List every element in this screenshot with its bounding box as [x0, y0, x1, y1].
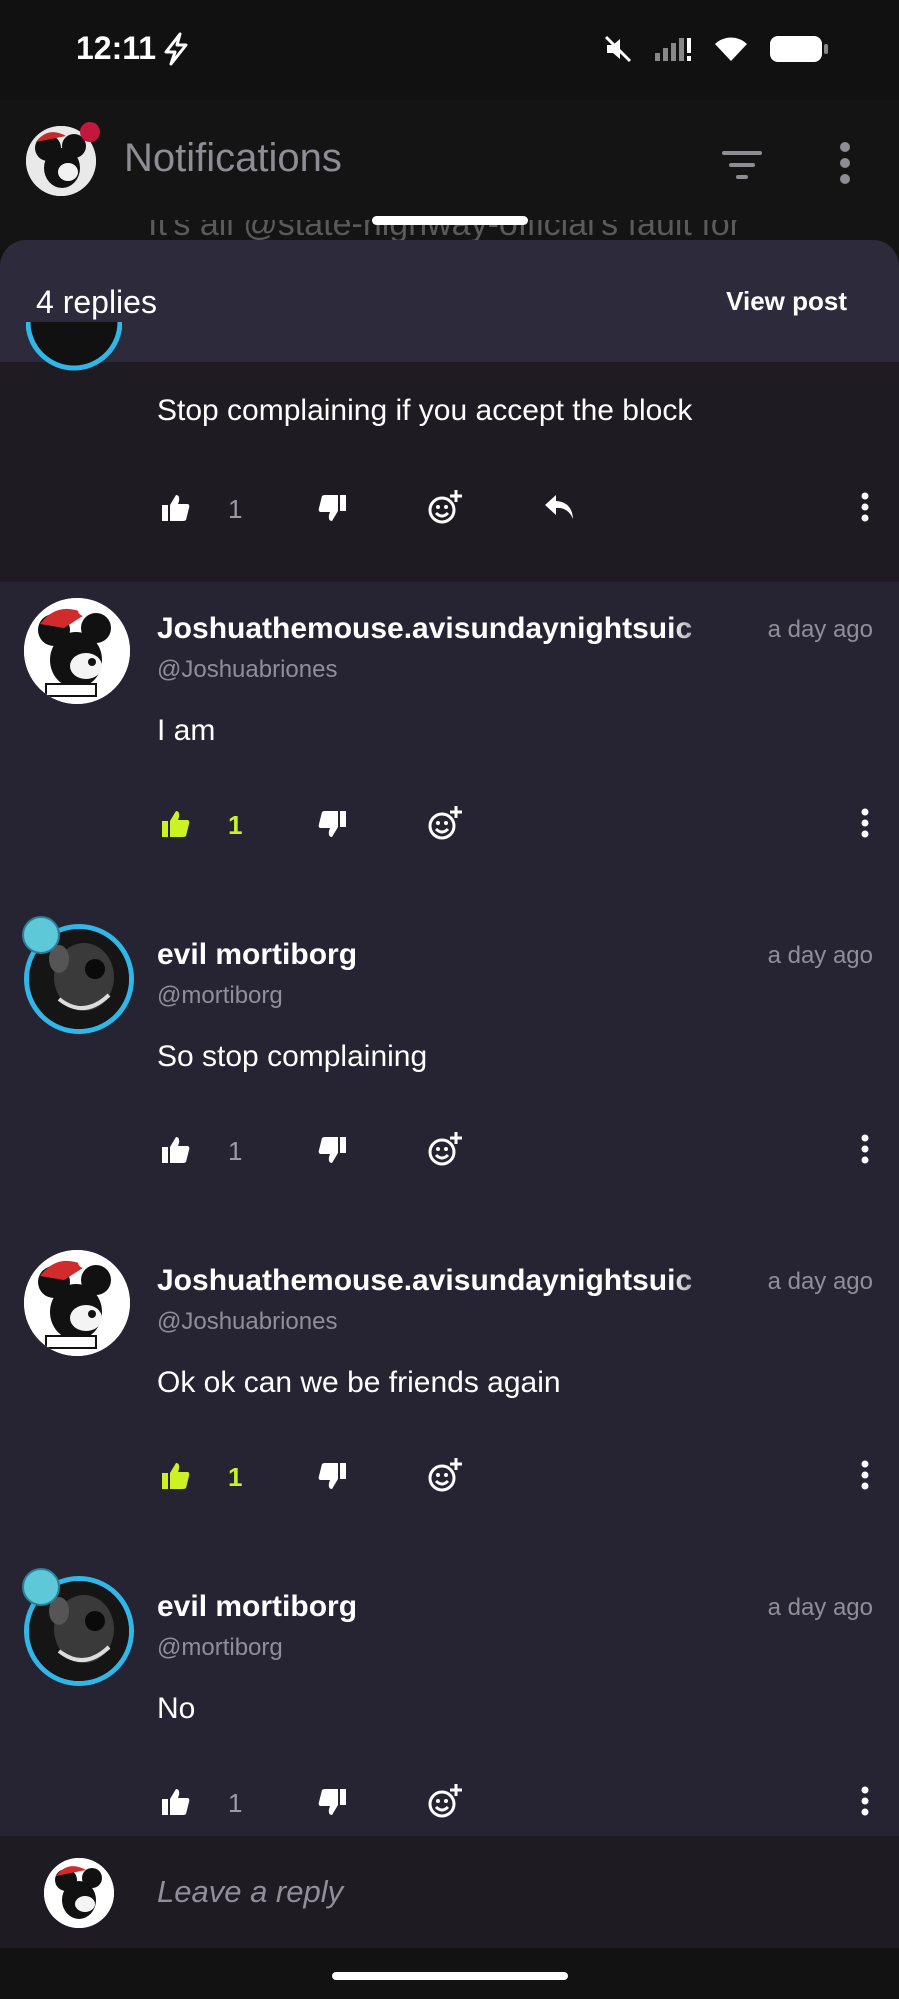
- thumbs-up-icon[interactable]: [160, 1786, 192, 1822]
- thumbs-up-icon[interactable]: [160, 1460, 192, 1496]
- page-title: Notifications: [124, 136, 342, 180]
- comment-actions: 1: [160, 490, 870, 532]
- status-bar: 12:11: [0, 0, 899, 100]
- comment-actions: 1: [160, 1132, 870, 1174]
- wifi-icon: [713, 35, 749, 67]
- avatar: [44, 1858, 114, 1928]
- comment-text: Ok ok can we be friends again: [157, 1366, 561, 1399]
- add-reaction-icon[interactable]: [426, 1130, 464, 1172]
- like-count: 1: [228, 1462, 243, 1492]
- avatar[interactable]: [24, 1250, 130, 1356]
- like-count: 1: [228, 1136, 243, 1166]
- comment-actions: 1: [160, 1458, 870, 1500]
- replies-count: 4 replies: [36, 284, 157, 320]
- reply-input[interactable]: Leave a reply: [157, 1874, 343, 1910]
- author-name[interactable]: Joshuathemouse.avisundaynightsuic: [157, 1264, 727, 1298]
- author-name[interactable]: Joshuathemouse.avisundaynightsuic: [157, 612, 727, 646]
- comment-text: I am: [157, 714, 216, 747]
- comment-actions: 1: [160, 1784, 870, 1826]
- add-reaction-icon[interactable]: [426, 488, 464, 530]
- replies-sheet: 4 replies View post Stop complaining if …: [0, 240, 899, 1999]
- timestamp: a day ago: [767, 616, 873, 643]
- sheet-drag-handle[interactable]: [372, 216, 528, 225]
- thumbs-down-icon[interactable]: [316, 492, 348, 528]
- thumbs-up-icon[interactable]: [160, 1134, 192, 1170]
- timestamp: a day ago: [767, 1594, 873, 1621]
- sheet-header: 4 replies View post: [0, 240, 899, 362]
- avatar-badge: [22, 916, 60, 954]
- filter-icon[interactable]: [720, 148, 764, 186]
- reply-composer: Leave a reply: [0, 1836, 899, 1948]
- thumbs-down-icon[interactable]: [316, 808, 348, 844]
- reply-icon[interactable]: [542, 492, 576, 526]
- thumbs-down-icon[interactable]: [316, 1786, 348, 1822]
- home-gesture-bar[interactable]: [332, 1972, 568, 1980]
- comment-text: No: [157, 1692, 196, 1725]
- thumbs-up-icon[interactable]: [160, 492, 192, 528]
- avatar-badge: [22, 1568, 60, 1606]
- author-handle: @Joshuabriones: [157, 1308, 338, 1335]
- battery-icon: [769, 35, 829, 67]
- add-reaction-icon[interactable]: [426, 804, 464, 846]
- author-name[interactable]: evil mortiborg: [157, 1590, 727, 1624]
- view-post-button[interactable]: View post: [726, 286, 847, 317]
- parent-comment: Stop complaining if you accept the block…: [0, 322, 899, 582]
- comment-actions: 1: [160, 806, 870, 848]
- reply-item: Joshuathemouse.avisundaynightsuic @Joshu…: [0, 1234, 899, 1560]
- more-vertical-icon[interactable]: [838, 140, 852, 190]
- status-time: 12:11: [76, 30, 157, 66]
- avatar[interactable]: [24, 598, 130, 704]
- like-count: 1: [228, 810, 243, 840]
- add-reaction-icon[interactable]: [426, 1456, 464, 1498]
- notification-dot: [80, 122, 100, 142]
- thumbs-up-icon[interactable]: [160, 808, 192, 844]
- comment-text: So stop complaining: [157, 1040, 428, 1073]
- author-handle: @Joshuabriones: [157, 656, 338, 683]
- comment-text: Stop complaining if you accept the block: [157, 394, 693, 427]
- like-count: 1: [228, 1788, 243, 1818]
- add-reaction-icon[interactable]: [426, 1782, 464, 1824]
- thumbs-down-icon[interactable]: [316, 1134, 348, 1170]
- like-count: 1: [228, 494, 243, 524]
- more-vertical-icon[interactable]: [860, 1134, 870, 1168]
- reply-item: Joshuathemouse.avisundaynightsuic @Joshu…: [0, 582, 899, 908]
- author-handle: @mortiborg: [157, 1634, 283, 1661]
- reply-item: evil mortiborg @mortiborg a day ago So s…: [0, 908, 899, 1234]
- author-name[interactable]: evil mortiborg: [157, 938, 727, 972]
- more-vertical-icon[interactable]: [860, 808, 870, 842]
- mute-icon: [603, 34, 633, 68]
- navigation-bar: [0, 1948, 899, 1999]
- bolt-icon: [160, 32, 192, 70]
- timestamp: a day ago: [767, 1268, 873, 1295]
- avatar[interactable]: [26, 322, 122, 372]
- thumbs-down-icon[interactable]: [316, 1460, 348, 1496]
- more-vertical-icon[interactable]: [860, 1460, 870, 1494]
- signal-icon: [653, 35, 693, 67]
- more-vertical-icon[interactable]: [860, 1786, 870, 1820]
- more-vertical-icon[interactable]: [860, 492, 870, 526]
- author-handle: @mortiborg: [157, 982, 283, 1009]
- timestamp: a day ago: [767, 942, 873, 969]
